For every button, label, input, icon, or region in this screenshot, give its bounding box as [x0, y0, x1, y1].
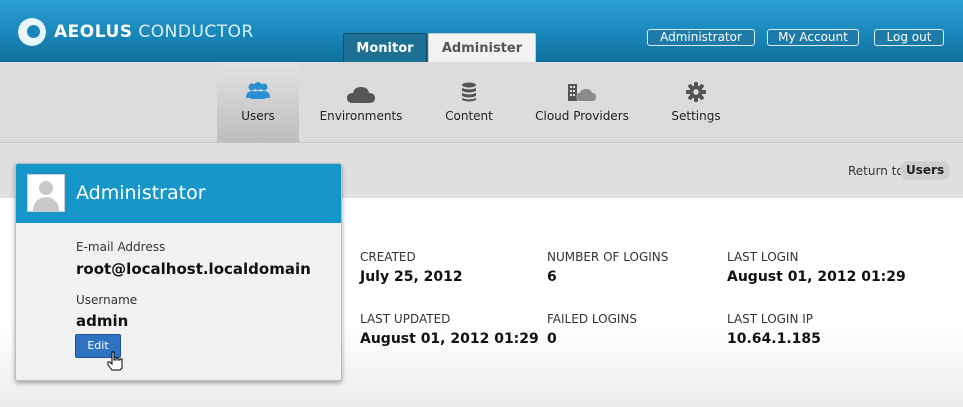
failed-logins-label: FAILED LOGINS: [547, 312, 638, 326]
subnav-label-users: Users: [241, 109, 275, 123]
avatar: [27, 174, 65, 212]
created-label: CREATED: [360, 250, 416, 264]
cloud-icon: [347, 87, 375, 103]
tab-administer[interactable]: Administer: [428, 33, 536, 62]
return-to-text: Return to: [848, 164, 904, 178]
administrator-link[interactable]: Administrator: [647, 29, 755, 46]
brand-name: AEOLUS CONDUCTOR: [54, 22, 254, 42]
profile-card: Administrator E-mail Address root@localh…: [15, 163, 342, 381]
hand-cursor-icon: [107, 351, 123, 371]
return-users-link[interactable]: Users: [900, 161, 951, 180]
last-login-label: LAST LOGIN: [727, 250, 799, 264]
subnav-label-settings: Settings: [671, 109, 721, 123]
username-label: Username: [76, 293, 138, 307]
database-icon: [462, 82, 476, 102]
logout-link[interactable]: Log out: [874, 29, 944, 46]
subnav-label-cloud-providers: Cloud Providers: [535, 109, 629, 123]
top-header: AEOLUS CONDUCTOR Monitor Administer Admi…: [0, 0, 963, 62]
logins-label: NUMBER OF LOGINS: [547, 250, 669, 264]
subnav-item-content[interactable]: Content: [435, 62, 503, 142]
brand-name-bold: AEOLUS: [54, 22, 133, 42]
subnav-item-environments[interactable]: Environments: [316, 62, 406, 142]
logins-value: 6: [547, 269, 557, 285]
profile-name: Administrator: [76, 182, 206, 204]
username-value: admin: [76, 312, 129, 330]
email-value: root@localhost.localdomain: [76, 260, 311, 278]
subnav-item-users[interactable]: Users: [217, 62, 299, 150]
created-value: July 25, 2012: [360, 269, 463, 285]
last-updated-value: August 01, 2012 01:29: [360, 331, 539, 347]
sub-navigation: Users Environments Content Cloud Provide…: [0, 62, 963, 150]
my-account-link[interactable]: My Account: [767, 29, 859, 46]
tab-monitor[interactable]: Monitor: [343, 33, 427, 62]
brand-logo[interactable]: AEOLUS CONDUCTOR: [18, 16, 254, 48]
brand-name-rest: CONDUCTOR: [138, 22, 254, 42]
last-updated-label: LAST UPDATED: [360, 312, 451, 326]
email-label: E-mail Address: [76, 240, 166, 254]
aeolus-logo-icon: [18, 18, 46, 46]
users-icon: [246, 82, 270, 99]
subnav-label-content: Content: [445, 109, 493, 123]
subnav-item-settings[interactable]: Settings: [663, 62, 729, 142]
last-login-ip-label: LAST LOGIN IP: [727, 312, 814, 326]
last-login-ip-value: 10.64.1.185: [727, 331, 821, 347]
failed-logins-value: 0: [547, 331, 557, 347]
building-cloud-icon: [568, 84, 596, 101]
last-login-value: August 01, 2012 01:29: [727, 269, 906, 285]
gear-icon: [686, 82, 706, 102]
profile-card-header: Administrator: [16, 164, 341, 223]
subnav-item-cloud-providers[interactable]: Cloud Providers: [532, 62, 632, 142]
subnav-label-environments: Environments: [319, 109, 403, 123]
